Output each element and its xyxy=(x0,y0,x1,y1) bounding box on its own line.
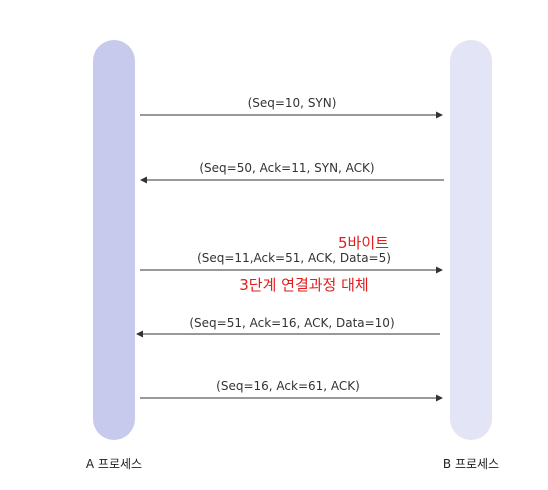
annotation-bytes: 5바이트 xyxy=(338,234,389,252)
sequence-diagram: (Seq=10, SYN) (Seq=50, Ack=11, SYN, ACK)… xyxy=(86,40,499,471)
process-b-label: B 프로세스 xyxy=(443,457,499,471)
message-label-2: (Seq=50, Ack=11, SYN, ACK) xyxy=(199,161,374,175)
message-label-1: (Seq=10, SYN) xyxy=(248,96,337,110)
process-a-label: A 프로세스 xyxy=(86,457,142,471)
process-b-lifeline xyxy=(450,40,492,440)
annotation-replace: 3단계 연결과정 대체 xyxy=(239,276,368,294)
process-a-lifeline xyxy=(93,40,135,440)
message-label-3: (Seq=11,Ack=51, ACK, Data=5) xyxy=(197,251,391,265)
message-label-5: (Seq=16, Ack=61, ACK) xyxy=(216,379,360,393)
message-label-4: (Seq=51, Ack=16, ACK, Data=10) xyxy=(189,316,394,330)
